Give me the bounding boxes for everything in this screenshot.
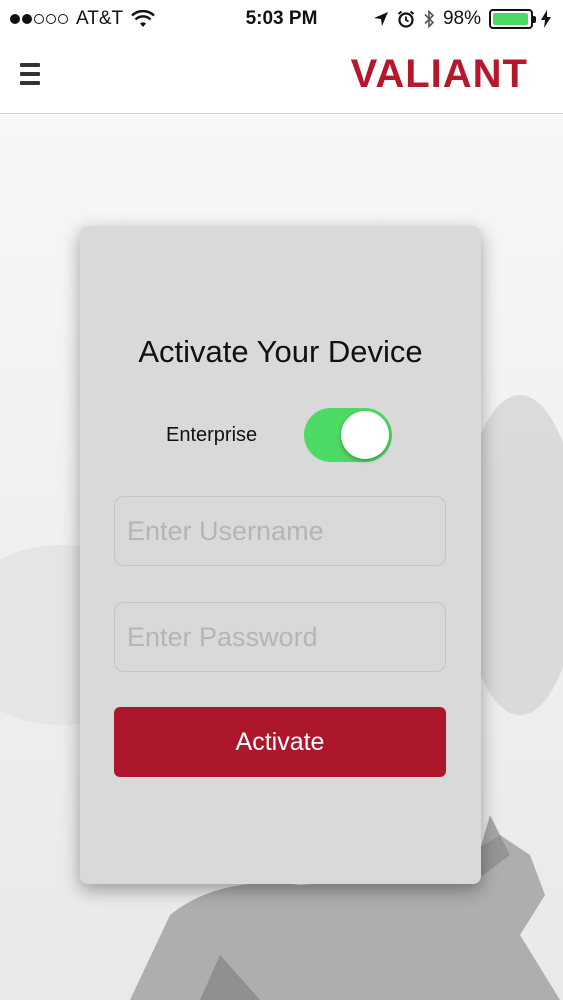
carrier-name: AT&T	[76, 8, 124, 29]
status-bar: AT&T 5:03 PM 98%	[0, 0, 563, 38]
enterprise-label: Enterprise	[166, 424, 258, 446]
password-input[interactable]	[114, 602, 446, 672]
enterprise-toggle-row: Enterprise	[80, 406, 481, 462]
enterprise-toggle[interactable]	[304, 408, 392, 462]
hamburger-menu-icon[interactable]	[20, 58, 52, 90]
page-title: Activate Your Device	[138, 334, 423, 369]
toggle-knob[interactable]	[341, 411, 389, 459]
username-input[interactable]	[114, 496, 446, 566]
signal-dot	[34, 14, 44, 24]
location-arrow-icon	[373, 12, 388, 26]
brand-logo: VALIANT	[350, 52, 528, 96]
signal-dot	[22, 14, 32, 24]
wifi-icon	[131, 10, 156, 27]
activation-card: Activate Your Device Enterprise Activate	[80, 226, 481, 884]
charging-bolt-icon	[541, 10, 551, 28]
app-header: VALIANT	[0, 38, 563, 114]
status-bar-left: AT&T	[10, 8, 156, 30]
status-bar-right: 98%	[373, 8, 551, 30]
battery-icon	[489, 9, 536, 29]
signal-strength-icon	[10, 14, 68, 24]
signal-dot	[58, 14, 68, 24]
battery-level-fill	[493, 13, 529, 25]
activate-button[interactable]: Activate	[114, 707, 446, 777]
battery-percent: 98%	[442, 8, 481, 29]
signal-dot	[10, 14, 20, 24]
alarm-icon	[397, 10, 415, 28]
bluetooth-icon	[424, 9, 435, 29]
signal-dot	[46, 14, 56, 24]
